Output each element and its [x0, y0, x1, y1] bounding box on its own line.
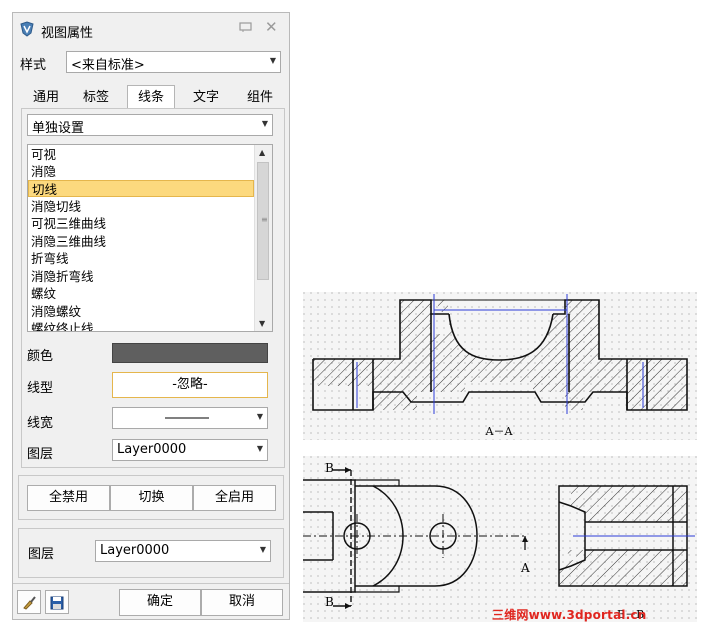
- chevron-down-icon: ▼: [269, 56, 276, 65]
- linewidth-dropdown[interactable]: ▼: [112, 407, 268, 429]
- grip-icon: ≡: [261, 215, 268, 224]
- mode-dropdown[interactable]: 单独设置 ▼: [27, 114, 273, 136]
- toggle-button[interactable]: 切换: [110, 485, 193, 511]
- pin-icon[interactable]: [239, 21, 253, 33]
- list-item[interactable]: 折弯线: [28, 250, 254, 267]
- list-item[interactable]: 螺纹终止线: [28, 320, 254, 331]
- bb-label-top: B: [325, 461, 334, 475]
- reset-button[interactable]: [17, 590, 41, 614]
- plan-bb-drawing: B B A B－B: [303, 456, 697, 622]
- brush-icon: [23, 596, 36, 610]
- tab-text[interactable]: 文字: [181, 87, 231, 109]
- tab-lines[interactable]: 线条: [127, 85, 175, 109]
- color-label: 颜色: [27, 349, 54, 364]
- list-item[interactable]: 消隐三维曲线: [28, 233, 254, 250]
- linetype-field[interactable]: -忽略-: [112, 372, 268, 398]
- bottom-layer-dropdown[interactable]: Layer0000 ▼: [95, 540, 271, 562]
- style-dropdown[interactable]: <来自标准> ▼: [66, 51, 281, 73]
- line-type-list[interactable]: 可视 消隐 切线 消隐切线 可视三维曲线 消隐三维曲线 折弯线 消隐折弯线 螺纹…: [27, 144, 273, 332]
- tab-component[interactable]: 组件: [235, 87, 285, 109]
- list-scrollbar[interactable]: ▲ ≡ ▼: [254, 145, 272, 331]
- list-item-selected[interactable]: 切线: [28, 180, 254, 197]
- list-item[interactable]: 消隐折弯线: [28, 268, 254, 285]
- ok-button[interactable]: 确定: [119, 589, 201, 616]
- scroll-down-icon[interactable]: ▼: [259, 319, 265, 328]
- tab-general[interactable]: 通用: [21, 87, 71, 109]
- save-button[interactable]: [45, 590, 69, 614]
- scroll-thumb[interactable]: ≡: [257, 162, 269, 280]
- list-item[interactable]: 可视: [28, 146, 254, 163]
- close-icon[interactable]: ✕: [265, 18, 278, 36]
- list-item[interactable]: 消隐螺纹: [28, 303, 254, 320]
- linewidth-label: 线宽: [27, 416, 54, 431]
- style-value: <来自标准>: [71, 58, 145, 73]
- chevron-down-icon: ▼: [259, 545, 266, 554]
- bottom-layer-label: 图层: [28, 547, 55, 562]
- disable-all-button[interactable]: 全禁用: [27, 485, 110, 511]
- dialog-title: 视图属性: [41, 26, 94, 41]
- color-swatch[interactable]: [112, 343, 268, 363]
- view-properties-dialog: 视图属性 ✕ 样式 <来自标准> ▼ 通用 标签 线条 文字 组件 单独设置 ▼…: [12, 12, 290, 620]
- chevron-down-icon: ▼: [261, 119, 268, 128]
- scroll-up-icon[interactable]: ▲: [259, 148, 265, 157]
- list-item[interactable]: 消隐切线: [28, 198, 254, 215]
- list-item[interactable]: 消隐: [28, 163, 254, 180]
- bottom-layer-value: Layer0000: [100, 543, 170, 558]
- chevron-down-icon: ▼: [256, 444, 263, 453]
- watermark: 三维网www.3dportal.cn: [492, 608, 647, 622]
- app-icon: [20, 21, 34, 37]
- linetype-label: 线型: [27, 381, 54, 396]
- chevron-down-icon: ▼: [256, 412, 263, 421]
- list-item[interactable]: 螺纹: [28, 285, 254, 302]
- bb-label-bottom: B: [325, 595, 334, 609]
- line-width-preview: [165, 417, 209, 419]
- tab-label[interactable]: 标签: [71, 87, 121, 109]
- title-bar: 视图属性 ✕: [13, 13, 289, 47]
- style-label: 样式: [20, 58, 47, 73]
- layer-dropdown[interactable]: Layer0000 ▼: [112, 439, 268, 461]
- list-item[interactable]: 可视三维曲线: [28, 215, 254, 232]
- divider: [13, 583, 289, 584]
- layer-value: Layer0000: [117, 442, 187, 457]
- a-label: A: [520, 561, 530, 575]
- section-aa-drawing: A－A: [303, 292, 697, 440]
- enable-all-button[interactable]: 全启用: [193, 485, 276, 511]
- tab-bar: 通用 标签 线条 文字 组件: [21, 85, 283, 109]
- mode-value: 单独设置: [32, 121, 85, 136]
- linetype-value: -忽略-: [172, 377, 208, 392]
- save-icon: [50, 596, 64, 610]
- layer-label: 图层: [27, 447, 54, 462]
- cancel-button[interactable]: 取消: [201, 589, 283, 616]
- section-aa-label: A－A: [485, 425, 514, 438]
